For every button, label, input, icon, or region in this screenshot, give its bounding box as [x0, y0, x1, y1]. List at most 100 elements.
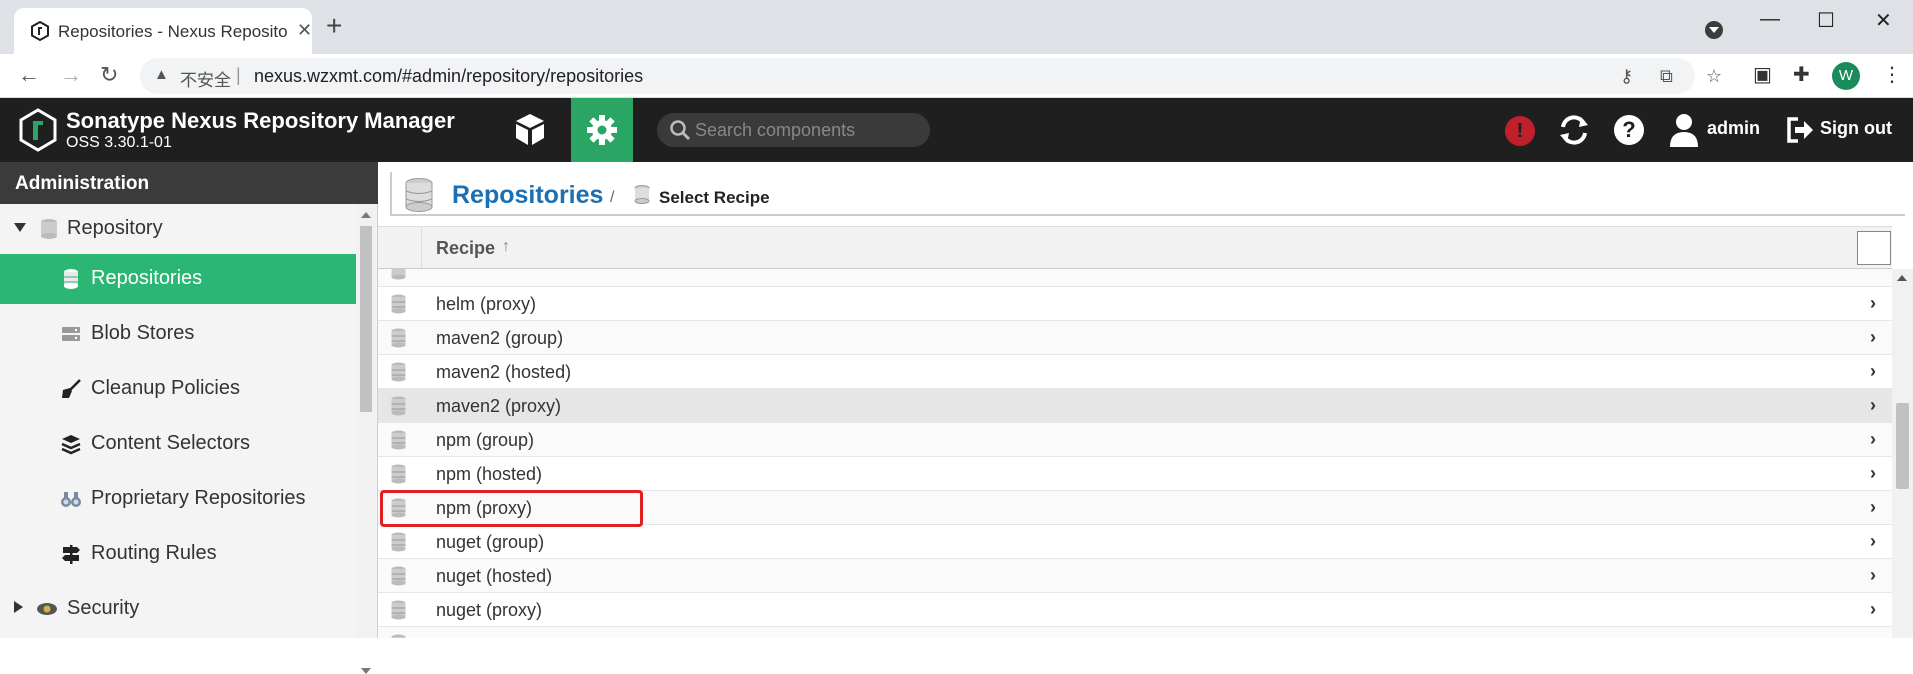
list-item[interactable]: helm (proxy) ›: [378, 287, 1892, 321]
column-menu-button[interactable]: [1857, 231, 1891, 265]
profile-avatar[interactable]: W: [1832, 62, 1860, 90]
window-close-icon[interactable]: ✕: [1875, 8, 1892, 33]
sign-out-link[interactable]: Sign out: [1820, 118, 1892, 139]
admin-sidebar: Administration Repository Repositories B…: [0, 162, 378, 674]
sidebar-item-repositories[interactable]: Repositories: [0, 254, 356, 304]
list-item[interactable]: nuget (group) ›: [378, 525, 1892, 559]
list-item[interactable]: maven2 (hosted) ›: [378, 355, 1892, 389]
translate-icon[interactable]: ⧉: [1660, 66, 1673, 87]
sort-ascending-icon[interactable]: ↑: [502, 238, 510, 256]
extension-icon[interactable]: ▣: [1753, 62, 1772, 87]
sidebar-item-repository[interactable]: Repository: [0, 204, 356, 254]
gear-icon: [587, 115, 617, 145]
user-icon[interactable]: [1669, 112, 1699, 148]
nexus-favicon-icon: [31, 21, 49, 41]
search-input[interactable]: [695, 117, 920, 143]
list-item[interactable]: [378, 269, 1892, 287]
bookmark-star-icon[interactable]: ☆: [1706, 66, 1722, 87]
chevron-right-icon[interactable]: ›: [1870, 429, 1876, 450]
minimize-icon[interactable]: —: [1760, 8, 1780, 31]
browser-tab[interactable]: Repositories - Nexus Reposito ✕: [14, 8, 312, 54]
scroll-up-icon[interactable]: [1897, 275, 1907, 281]
help-icon[interactable]: ?: [1614, 115, 1644, 145]
sidebar-item-cleanup-policies[interactable]: Cleanup Policies: [0, 364, 356, 414]
chevron-right-icon[interactable]: ›: [1870, 395, 1876, 416]
scrollbar-thumb[interactable]: [360, 226, 372, 412]
list-item[interactable]: npm (group) ›: [378, 423, 1892, 457]
search-components-box[interactable]: [657, 113, 930, 147]
sidebar-item-security[interactable]: Security: [0, 584, 356, 634]
refresh-icon[interactable]: [1557, 113, 1591, 147]
sidebar-item-label: Routing Rules: [91, 542, 217, 564]
sign-out-icon[interactable]: [1786, 116, 1814, 144]
chevron-right-icon[interactable]: ›: [1870, 463, 1876, 484]
scroll-down-icon[interactable]: [361, 668, 371, 674]
forward-icon[interactable]: →: [60, 62, 82, 88]
chevron-right-icon[interactable]: ›: [1870, 599, 1876, 620]
grid-header: Recipe ↑: [378, 226, 1892, 269]
scrollbar-thumb[interactable]: [1896, 403, 1909, 489]
sidebar-item-blob-stores[interactable]: Blob Stores: [0, 309, 356, 359]
sidebar-item-label: Security: [67, 597, 140, 619]
broom-icon: [62, 379, 81, 398]
sidebar-item-label: Blob Stores: [91, 322, 195, 344]
app-title: Sonatype Nexus Repository Manager: [66, 108, 455, 133]
database-icon: [634, 185, 650, 204]
expand-caret-icon[interactable]: [14, 223, 26, 232]
list-item[interactable]: maven2 (group) ›: [378, 321, 1892, 355]
sidebar-item-routing-rules[interactable]: Routing Rules: [0, 529, 356, 579]
new-tab-icon[interactable]: +: [326, 12, 342, 40]
chevron-right-icon[interactable]: ›: [1870, 327, 1876, 348]
warning-icon[interactable]: ▲: [154, 66, 169, 83]
list-item[interactable]: npm (hosted) ›: [378, 457, 1892, 491]
sidebar-item-content-selectors[interactable]: Content Selectors: [0, 419, 356, 469]
chevron-right-icon[interactable]: ›: [1870, 293, 1876, 314]
username-link[interactable]: admin: [1707, 118, 1760, 139]
list-item[interactable]: nuget (proxy) ›: [378, 593, 1892, 627]
sidebar-item-label: Repositories: [91, 267, 203, 289]
breadcrumb: Repositories / Select Recipe: [390, 172, 1905, 216]
chevron-right-icon[interactable]: ›: [1870, 565, 1876, 586]
recipe-label: maven2 (proxy): [436, 396, 562, 416]
browse-cube-icon[interactable]: [504, 108, 556, 152]
highlight-annotation-box: [380, 490, 643, 527]
recipe-column-header[interactable]: Recipe: [436, 238, 495, 259]
tab-title: Repositories - Nexus Reposito: [58, 22, 288, 41]
url-input[interactable]: ▲ 不安全 | nexus.wzxmt.com/#admin/repositor…: [140, 58, 1722, 94]
database-icon: [391, 294, 406, 314]
sidebar-scrollbar[interactable]: [356, 204, 376, 674]
tab-close-icon[interactable]: ✕: [297, 20, 312, 41]
insecure-label: 不安全: [180, 71, 231, 90]
maximize-icon[interactable]: ☐: [1817, 8, 1835, 33]
admin-gear-button[interactable]: [571, 98, 633, 162]
tab-search-icon[interactable]: [1705, 21, 1723, 39]
database-icon: [391, 634, 406, 638]
puzzle-icon[interactable]: ✚: [1793, 62, 1810, 87]
page-title[interactable]: Repositories: [452, 181, 603, 210]
reload-icon[interactable]: ↻: [100, 62, 118, 88]
collapse-caret-icon[interactable]: [14, 601, 23, 613]
sidebar-item-label: Cleanup Policies: [91, 377, 240, 399]
chevron-right-icon[interactable]: ›: [1870, 361, 1876, 382]
chevron-right-icon[interactable]: ›: [1870, 497, 1876, 518]
database-icon: [64, 269, 78, 289]
alert-icon[interactable]: !: [1505, 116, 1535, 146]
recipe-list: helm (proxy) › maven2 (group) › maven2 (…: [378, 269, 1892, 638]
binoculars-icon: [61, 492, 81, 507]
signpost-icon: [62, 545, 80, 564]
back-icon[interactable]: ←: [18, 62, 40, 88]
sidebar-item-proprietary-repositories[interactable]: Proprietary Repositories: [0, 474, 356, 524]
browser-menu-icon[interactable]: ⋮: [1882, 62, 1902, 87]
badge-icon: [37, 603, 57, 615]
key-icon[interactable]: ⚷: [1620, 66, 1633, 87]
chevron-right-icon[interactable]: ›: [1870, 531, 1876, 552]
sidebar-heading: Administration: [0, 162, 378, 204]
sidebar-item-label: Content Selectors: [91, 432, 250, 454]
list-scrollbar[interactable]: [1892, 269, 1913, 638]
list-item[interactable]: [378, 627, 1892, 638]
list-item-selected[interactable]: maven2 (proxy) ›: [378, 389, 1892, 423]
recipe-label: nuget (proxy): [436, 600, 543, 620]
sidebar-item-label: Repository: [67, 217, 163, 239]
list-item[interactable]: nuget (hosted) ›: [378, 559, 1892, 593]
scroll-up-icon[interactable]: [361, 212, 371, 218]
